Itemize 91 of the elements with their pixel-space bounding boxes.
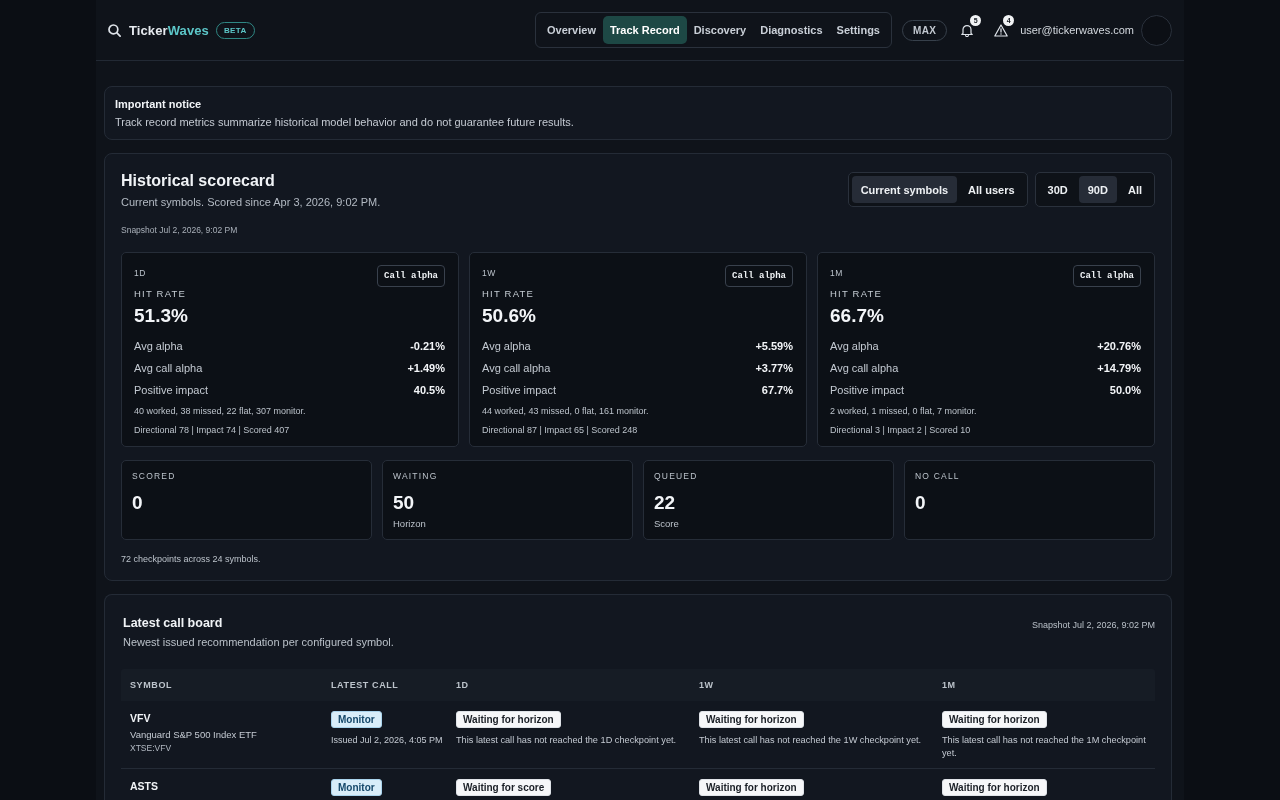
- status-label: QUEUED: [654, 470, 699, 482]
- mode-button[interactable]: Call alpha: [1073, 265, 1141, 287]
- brand-name: TickerWaves: [129, 22, 209, 38]
- ticker-symbol: VFV: [130, 711, 151, 726]
- status-badge: Waiting for horizon: [942, 779, 1047, 796]
- warning-icon[interactable]: [994, 23, 1009, 37]
- column-header: 1D: [455, 680, 470, 690]
- checkpoint-note: This latest call has not reached the 1M checkpoint yet.: [942, 734, 1147, 760]
- metric-label: Avg call alpha: [134, 362, 203, 374]
- column-header: SYMBOL: [129, 680, 174, 690]
- status-label: NO CALL: [915, 470, 961, 482]
- hit-rate-value: 66.7%: [830, 304, 885, 328]
- checkpoint-summary: 72 checkpoints across 24 symbols.: [121, 553, 262, 566]
- status-value: 22: [654, 491, 677, 515]
- ticker-symbol: ASTS: [130, 779, 158, 794]
- status-badge: Waiting for horizon: [456, 711, 561, 728]
- metric-value: +14.79%: [1097, 362, 1141, 374]
- checkpoint-note: This latest call has not reached the 1W checkpoint yet.: [699, 734, 922, 747]
- metric-caption: HIT RATE: [482, 287, 535, 300]
- section-title: Historical scorecard: [121, 171, 276, 191]
- horizon-label: 1M: [830, 268, 843, 278]
- metric-label: Avg call alpha: [830, 362, 899, 374]
- metric-label: Positive impact: [482, 384, 556, 396]
- section-title: Latest call board: [123, 615, 224, 631]
- nav-tab[interactable]: Overview: [540, 16, 603, 44]
- hit-rate-value: 51.3%: [134, 304, 189, 328]
- notice-text: Track record metrics summarize historical model behavior and do not guarantee future results.: [115, 115, 575, 129]
- nav-tab[interactable]: Diagnostics: [753, 16, 830, 44]
- status-value: 0: [132, 491, 144, 515]
- column-header: 1M: [941, 680, 957, 690]
- metric-caption: HIT RATE: [830, 287, 883, 300]
- metric-caption: HIT RATE: [134, 287, 187, 300]
- filter-tab[interactable]: 30D: [1038, 176, 1077, 203]
- count-summary: Directional 3 | Impact 2 | Scored 10: [830, 424, 972, 437]
- security-name: Vanguard S&P 500 Index ETF: [130, 728, 257, 742]
- listing-code: XTSE:VFV: [130, 742, 172, 755]
- status-badge: Waiting for horizon: [699, 779, 804, 796]
- snapshot-time: Snapshot Jul 2, 2026, 9:02 PM: [121, 224, 239, 236]
- call-badge: Monitor: [331, 711, 382, 728]
- metric-label: Positive impact: [830, 384, 904, 396]
- metric-label: Avg alpha: [134, 340, 183, 352]
- section-subtitle: Newest issued recommendation per configured symbol.: [123, 635, 394, 649]
- metric-label: Avg call alpha: [482, 362, 551, 374]
- status-label: WAITING: [393, 470, 439, 482]
- status-label: SCORED: [132, 470, 177, 482]
- status-value: 50: [393, 491, 416, 515]
- user-email[interactable]: user@tickerwaves.com: [1020, 24, 1134, 36]
- horizon-label: 1W: [482, 268, 496, 278]
- metric-label: Positive impact: [134, 384, 208, 396]
- status-badge: Waiting for score: [456, 779, 552, 796]
- snapshot-time: Snapshot Jul 2, 2026, 9:02 PM: [1031, 619, 1155, 631]
- metric-value: +5.59%: [755, 340, 793, 352]
- column-header: 1W: [698, 680, 715, 690]
- nav-tab[interactable]: Track Record: [602, 16, 687, 44]
- count-summary: Directional 87 | Impact 65 | Scored 248: [482, 424, 639, 437]
- metric-value: +3.77%: [755, 362, 793, 374]
- metric-value: +20.76%: [1097, 340, 1141, 352]
- status-value: 0: [915, 491, 927, 515]
- filter-tab[interactable]: All: [1118, 176, 1151, 203]
- status-badge: Waiting for horizon: [699, 711, 804, 728]
- status-note: Horizon: [393, 517, 427, 530]
- outcome-summary: 40 worked, 38 missed, 22 flat, 307 monitor.: [134, 405, 307, 418]
- column-header: LATEST CALL: [330, 680, 400, 690]
- filter-tab[interactable]: Current symbols: [851, 176, 958, 203]
- metric-value: -0.21%: [410, 340, 445, 352]
- search-icon[interactable]: [108, 23, 121, 37]
- nav-tab[interactable]: Discovery: [686, 16, 754, 44]
- metric-value: 40.5%: [413, 384, 445, 396]
- mode-button[interactable]: Call alpha: [377, 265, 445, 287]
- nav-tab[interactable]: Settings: [829, 16, 887, 44]
- status-badge: Waiting for horizon: [942, 711, 1047, 728]
- metric-value: +1.49%: [407, 362, 445, 374]
- metric-value: 50.0%: [1109, 384, 1141, 396]
- metric-value: 67.7%: [761, 384, 793, 396]
- hit-rate-value: 50.6%: [482, 304, 537, 328]
- bell-icon[interactable]: [961, 23, 974, 37]
- filter-tab[interactable]: 90D: [1078, 176, 1117, 203]
- outcome-summary: 44 worked, 43 missed, 0 flat, 161 monitor.: [482, 405, 650, 418]
- horizon-label: 1D: [134, 268, 146, 278]
- metric-label: Avg alpha: [482, 340, 531, 352]
- outcome-summary: 2 worked, 1 missed, 0 flat, 7 monitor.: [830, 405, 978, 418]
- status-note: Score: [654, 517, 680, 530]
- issued-time: Issued Jul 2, 2026, 4:05 PM: [331, 734, 443, 747]
- filter-tab[interactable]: All users: [959, 176, 1024, 203]
- call-badge: Monitor: [331, 779, 382, 796]
- section-subtitle: Current symbols. Scored since Apr 3, 2026, 9:02 PM.: [121, 195, 381, 209]
- count-summary: Directional 78 | Impact 74 | Scored 407: [134, 424, 291, 437]
- checkpoint-note: This latest call has not reached the 1D checkpoint yet.: [456, 734, 677, 747]
- mode-button[interactable]: Call alpha: [725, 265, 793, 287]
- notice-title: Important notice: [115, 97, 203, 111]
- metric-label: Avg alpha: [830, 340, 879, 352]
